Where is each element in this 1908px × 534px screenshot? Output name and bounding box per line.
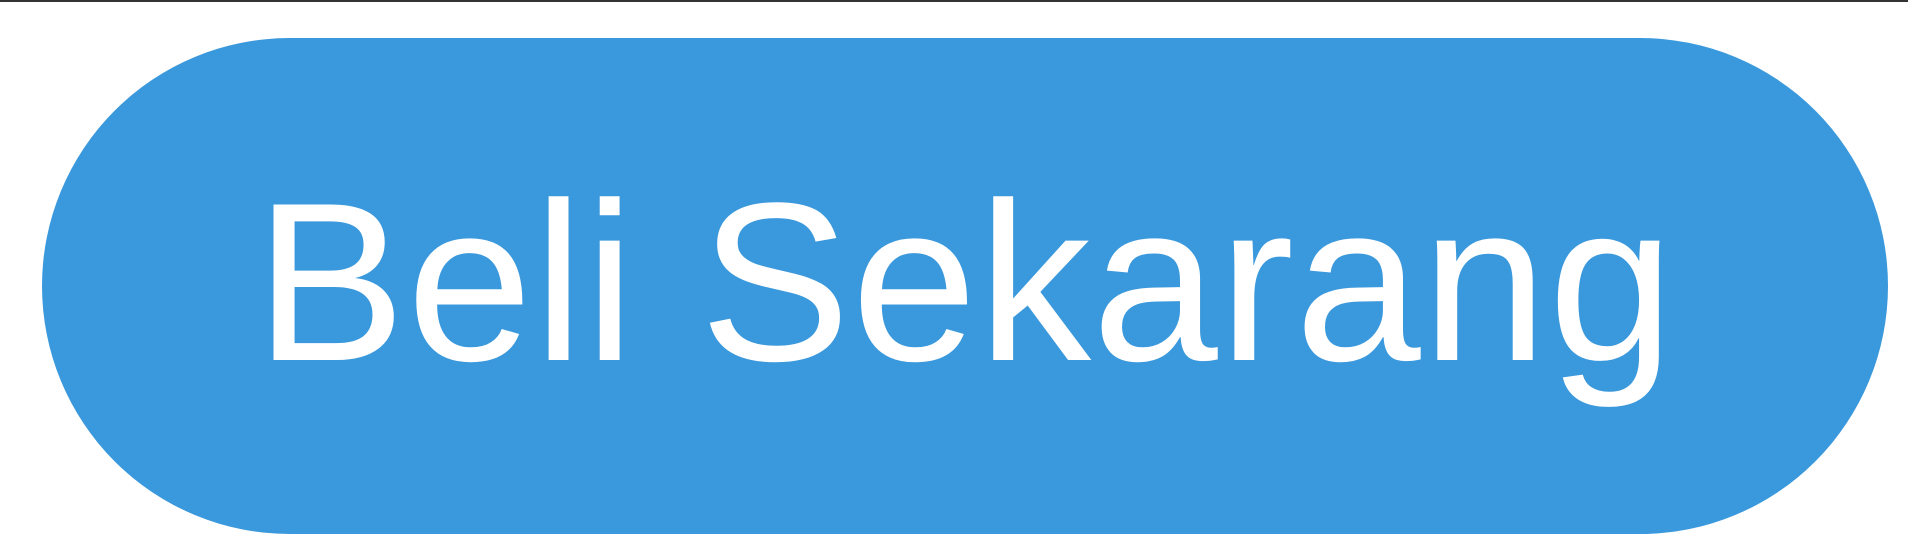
top-divider — [0, 0, 1908, 2]
buy-now-button[interactable]: Beli Sekarang — [42, 38, 1888, 534]
buy-now-label: Beli Sekarang — [254, 155, 1676, 408]
screenshot-canvas: Beli Sekarang — [0, 0, 1908, 534]
